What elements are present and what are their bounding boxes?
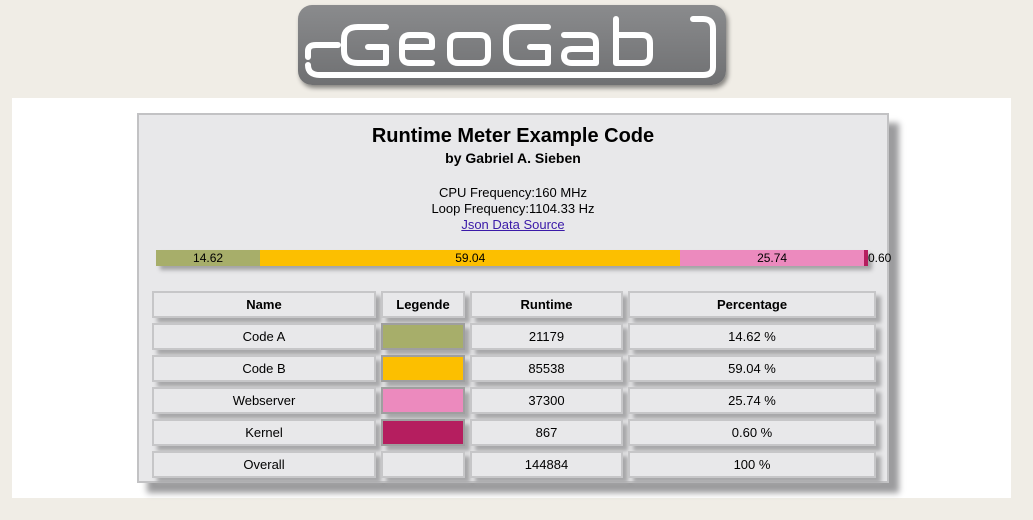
header-legende: Legende xyxy=(381,291,465,318)
table-row: Webserver 37300 25.74 % xyxy=(152,387,876,414)
runtime-bar-segment-label: 59.04 xyxy=(455,251,486,265)
table-row: Overall 144884 100 % xyxy=(152,451,876,478)
row-runtime: 867 xyxy=(470,419,623,446)
row-percentage: 0.60 % xyxy=(628,419,876,446)
runtime-bar: 14.62 59.04 25.74 0.60 xyxy=(156,250,891,266)
row-legend-swatch xyxy=(381,451,465,478)
row-percentage: 25.74 % xyxy=(628,387,876,414)
table-row: Code A 21179 14.62 % xyxy=(152,323,876,350)
loop-frequency: Loop Frequency:1104.33 Hz xyxy=(431,201,595,216)
row-name: Webserver xyxy=(152,387,376,414)
cpu-frequency: CPU Frequency:160 MHz xyxy=(438,185,588,200)
row-percentage: 100 % xyxy=(628,451,876,478)
row-legend-swatch xyxy=(381,355,465,382)
row-runtime: 21179 xyxy=(470,323,623,350)
row-runtime: 144884 xyxy=(470,451,623,478)
runtime-bar-segment-label: 14.62 xyxy=(193,251,224,265)
table-row: Kernel 867 0.60 % xyxy=(152,419,876,446)
row-percentage: 14.62 % xyxy=(628,323,876,350)
row-legend-swatch xyxy=(381,323,465,350)
row-legend-swatch xyxy=(381,419,465,446)
header-name: Name xyxy=(152,291,376,318)
row-runtime: 85538 xyxy=(470,355,623,382)
row-name: Code A xyxy=(152,323,376,350)
page-content: Runtime Meter Example Code by Gabriel A.… xyxy=(12,98,1011,498)
row-legend-swatch xyxy=(381,387,465,414)
json-source-row: Json Data Source xyxy=(139,217,887,232)
page-subtitle: by Gabriel A. Sieben xyxy=(445,150,581,166)
runtime-bar-segment: 14.62 xyxy=(156,250,261,266)
geogab-logo-icon xyxy=(305,16,716,78)
row-runtime: 37300 xyxy=(470,387,623,414)
runtime-bar-segment: 25.74 xyxy=(680,250,864,266)
runtime-bar-segment-label: 0.60 xyxy=(867,251,892,265)
table-body: Code A 21179 14.62 % Code B 85538 59.04 % Webs… xyxy=(152,323,876,478)
geogab-logo xyxy=(298,5,726,85)
page-title: Runtime Meter Example Code xyxy=(371,125,655,147)
table-row: Code B 85538 59.04 % xyxy=(152,355,876,382)
runtime-meter-panel: Runtime Meter Example Code by Gabriel A.… xyxy=(137,113,891,483)
row-percentage: 59.04 % xyxy=(628,355,876,382)
row-name: Overall xyxy=(152,451,376,478)
json-data-source-link[interactable]: Json Data Source xyxy=(461,217,564,232)
runtime-table: Name Legende Runtime Percentage Code A 21… xyxy=(147,286,881,483)
header-percentage: Percentage xyxy=(628,291,876,318)
table-header-row: Name Legende Runtime Percentage xyxy=(152,291,876,318)
runtime-bar-segment-label: 25.74 xyxy=(757,251,788,265)
row-name: Kernel xyxy=(152,419,376,446)
runtime-bar-segment: 59.04 xyxy=(260,250,681,266)
row-name: Code B xyxy=(152,355,376,382)
header-runtime: Runtime xyxy=(470,291,623,318)
runtime-bar-segment: 0.60 xyxy=(863,250,891,266)
